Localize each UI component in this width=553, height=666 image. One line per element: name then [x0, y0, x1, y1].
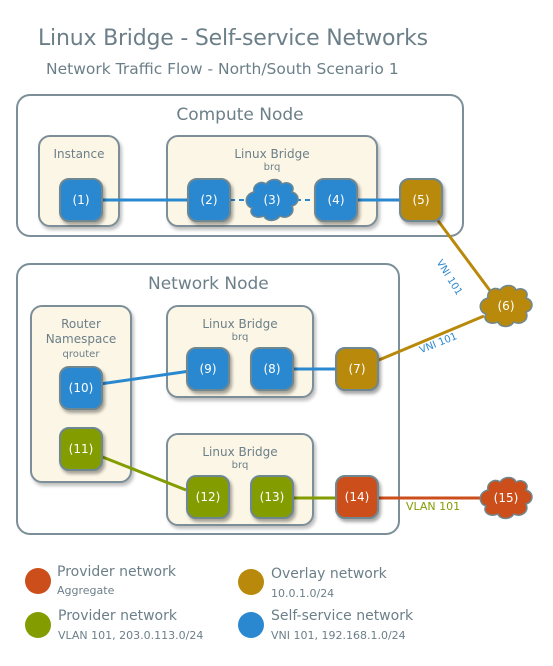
port-7[interactable]: (7) — [335, 347, 379, 391]
port-5[interactable]: (5) — [399, 178, 443, 222]
port-8[interactable]: (8) — [250, 347, 294, 391]
bridge-cloud-3[interactable]: (3) — [244, 178, 300, 222]
link-7-6 — [373, 314, 485, 364]
vlan-label: VLAN 101 — [406, 500, 461, 513]
port-1[interactable]: (1) — [59, 178, 103, 222]
overlay-cloud-6[interactable]: (6) — [478, 284, 534, 328]
port-9[interactable]: (9) — [186, 347, 230, 391]
port-2[interactable]: (2) — [187, 178, 231, 222]
link-10-9 — [99, 369, 191, 386]
port-13[interactable]: (13) — [250, 475, 294, 519]
port-11[interactable]: (11) — [59, 427, 103, 471]
port-12[interactable]: (12) — [186, 475, 230, 519]
port-4[interactable]: (4) — [314, 178, 358, 222]
port-14[interactable]: (14) — [335, 475, 379, 519]
link-11-12 — [99, 454, 187, 492]
provider-cloud-15[interactable]: (15) — [478, 476, 534, 520]
port-10[interactable]: (10) — [59, 366, 103, 410]
links-layer — [99, 198, 496, 500]
